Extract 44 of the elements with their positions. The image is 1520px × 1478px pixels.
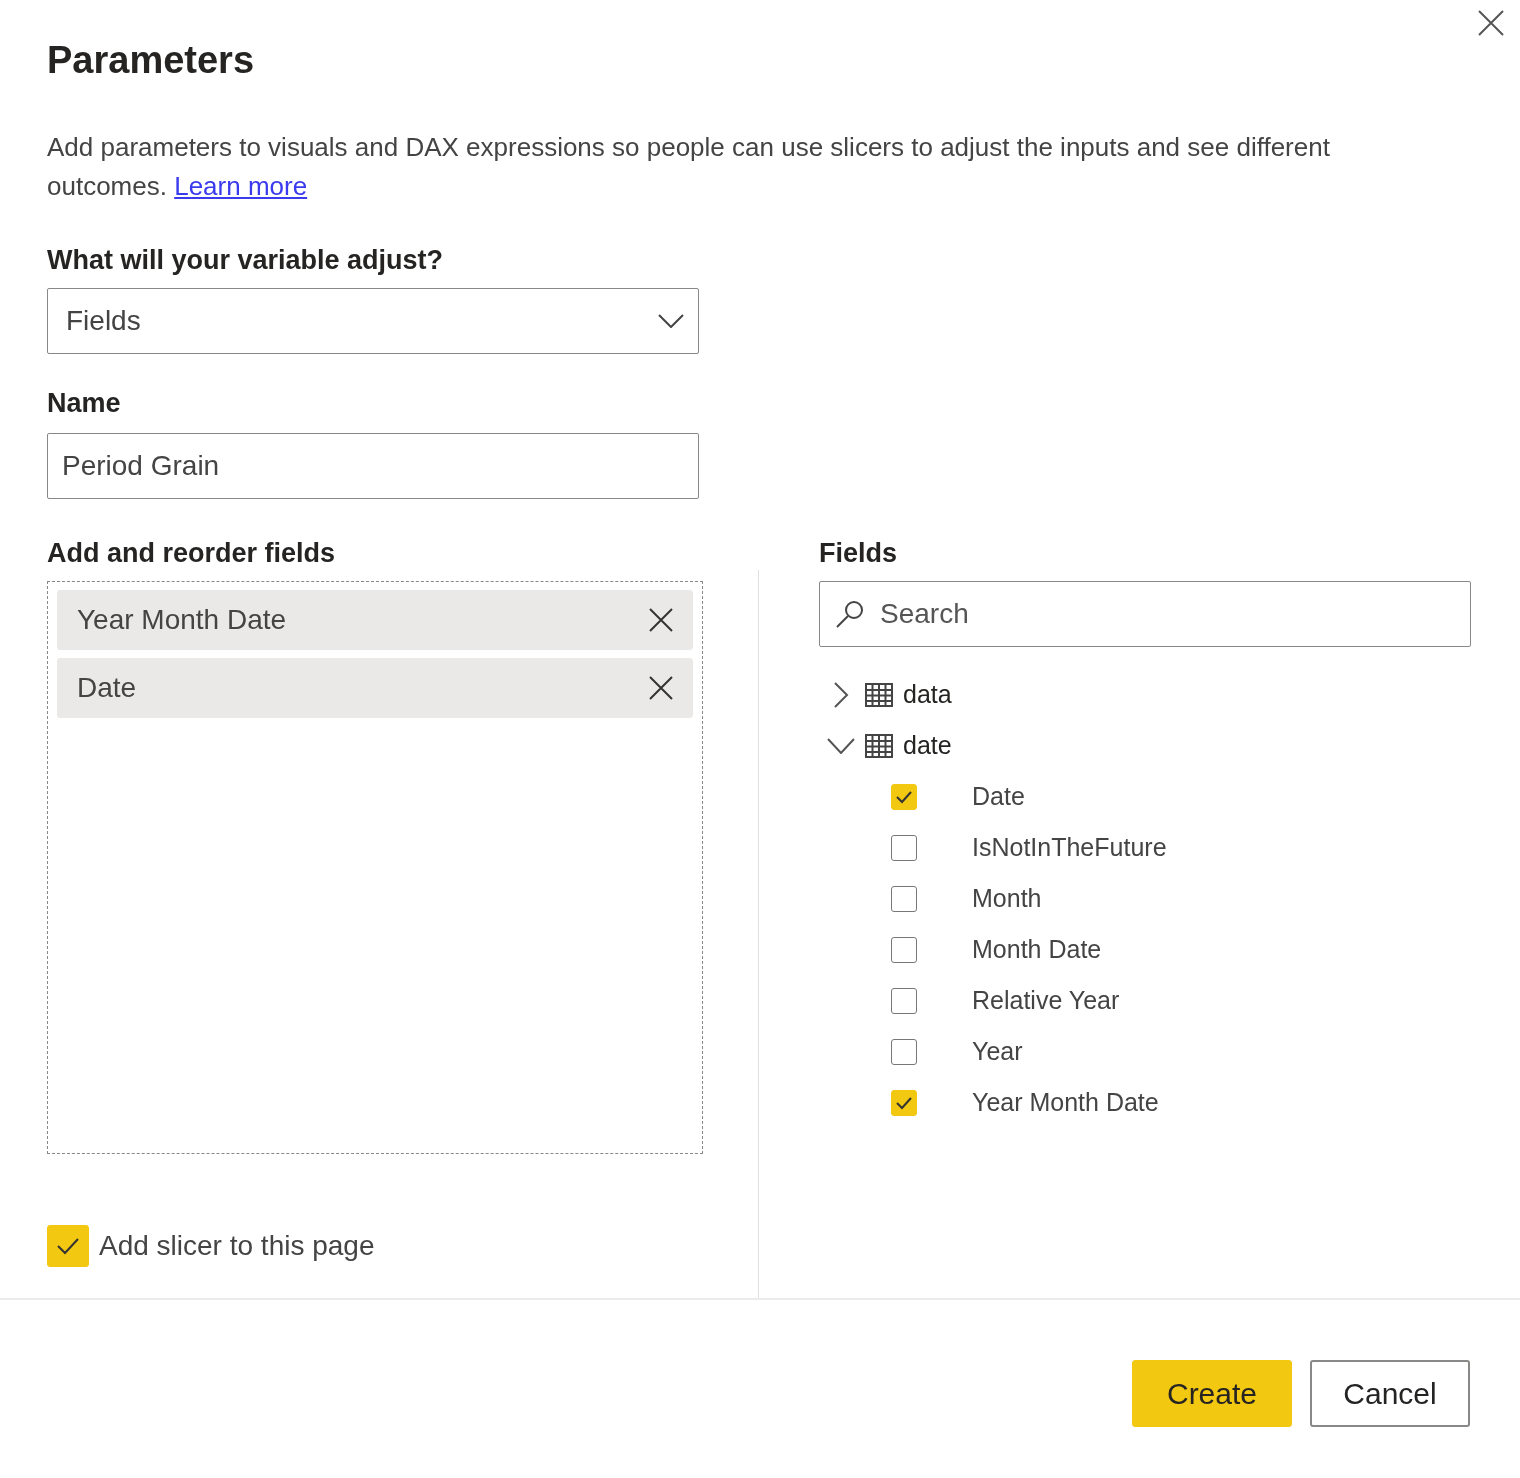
table-icon	[865, 682, 893, 707]
dialog-title: Parameters	[47, 38, 256, 83]
field-name: IsNotInTheFuture	[972, 833, 1167, 862]
chevron-down-icon[interactable]	[827, 737, 855, 754]
slicer-checkbox[interactable]	[47, 1225, 89, 1267]
field-chip[interactable]: Year Month Date	[57, 590, 693, 650]
create-button[interactable]: Create	[1132, 1360, 1292, 1427]
field-checkbox[interactable]	[891, 834, 917, 861]
table-tree-item[interactable]: data	[819, 669, 1520, 720]
close-icon[interactable]	[649, 608, 673, 632]
field-checkbox[interactable]	[891, 1038, 917, 1065]
search-icon	[835, 599, 865, 629]
table-tree-item[interactable]: date	[819, 720, 1520, 771]
close-button[interactable]	[1478, 10, 1504, 36]
close-icon	[1478, 10, 1504, 36]
field-checkbox[interactable]	[891, 987, 917, 1014]
check-icon	[895, 789, 913, 804]
table-icon	[865, 733, 893, 758]
field-name: Month	[972, 884, 1042, 913]
description-text: Add parameters to visuals and DAX expressions so people can use slicers to adjust the inputs and see different outcomes. Learn more	[47, 131, 1331, 203]
field-name: Date	[972, 782, 1025, 811]
field-name: Year Month Date	[972, 1088, 1159, 1117]
check-icon	[56, 1237, 80, 1255]
variable-label: What will your variable adjust?	[47, 244, 445, 277]
check-icon	[895, 1095, 913, 1110]
field-checkbox[interactable]	[891, 1089, 917, 1116]
slicer-label: Add slicer to this page	[99, 1230, 375, 1262]
name-label: Name	[47, 387, 122, 420]
cancel-button[interactable]: Cancel	[1310, 1360, 1470, 1427]
field-checkbox[interactable]	[891, 936, 917, 963]
field-name: Month Date	[972, 935, 1102, 964]
field-checkbox[interactable]	[891, 783, 917, 810]
field-checkbox[interactable]	[891, 885, 917, 912]
field-name: Year	[972, 1037, 1023, 1066]
chevron-down-icon	[658, 314, 684, 328]
name-input[interactable]: Period Grain	[47, 433, 699, 499]
field-chip[interactable]: Date	[57, 658, 693, 718]
learn-more-link[interactable]: Learn more	[174, 171, 308, 201]
field-name: Relative Year	[972, 986, 1120, 1015]
search-field[interactable]: Search	[819, 581, 1471, 647]
fields-label: Fields	[819, 537, 899, 570]
close-icon[interactable]	[649, 676, 673, 700]
variable-dropdown[interactable]: Fields	[47, 288, 699, 354]
reorder-fields-label: Add and reorder fields	[47, 537, 337, 570]
